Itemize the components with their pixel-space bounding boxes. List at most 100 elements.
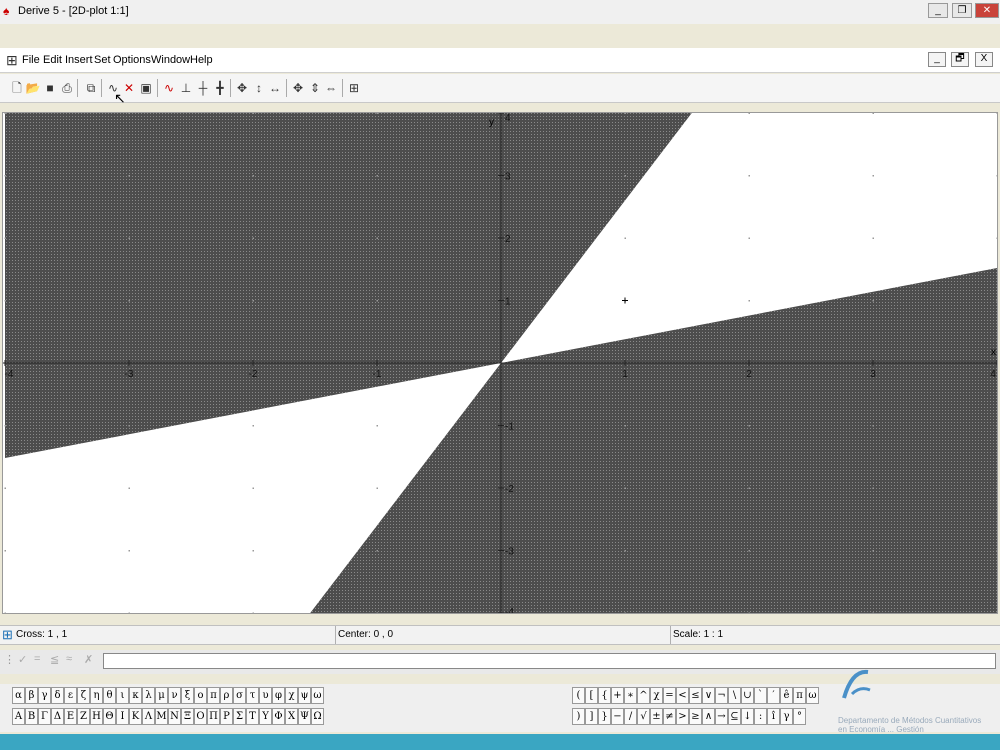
maximize-button[interactable]: ❐ bbox=[952, 3, 972, 18]
greek-symbol-button[interactable]: Κ bbox=[129, 708, 142, 725]
greek-symbol-button[interactable]: α bbox=[12, 687, 25, 704]
save-icon[interactable]: ■ bbox=[41, 79, 59, 97]
greek-symbol-button[interactable]: Χ bbox=[285, 708, 298, 725]
menu-options[interactable]: Options bbox=[113, 54, 151, 66]
greek-symbol-button[interactable]: ρ bbox=[220, 687, 233, 704]
greek-symbol-button[interactable]: Τ bbox=[246, 708, 259, 725]
greek-symbol-button[interactable]: ψ bbox=[298, 687, 311, 704]
plot-canvas[interactable]: -4 -3 -2 -1 1 2 3 4 4 3 2 1 -1 -2 -3 -4 x y bbox=[3, 113, 998, 614]
cross-icon[interactable]: ┼ bbox=[194, 79, 212, 97]
math-symbol-button[interactable]: ∧ bbox=[702, 708, 715, 725]
greek-symbol-button[interactable]: Θ bbox=[103, 708, 116, 725]
greek-symbol-button[interactable]: υ bbox=[259, 687, 272, 704]
math-symbol-button[interactable]: ) bbox=[572, 708, 585, 725]
math-symbol-button[interactable]: ° bbox=[793, 708, 806, 725]
math-symbol-button[interactable]: ω bbox=[806, 687, 819, 704]
menu-edit[interactable]: Edit bbox=[43, 54, 62, 66]
greek-symbol-button[interactable]: Μ bbox=[155, 708, 168, 725]
math-symbol-button[interactable]: ^ bbox=[637, 687, 650, 704]
math-symbol-button[interactable]: [ bbox=[585, 687, 598, 704]
plot-window[interactable]: -4 -3 -2 -1 1 2 3 4 4 3 2 1 -1 -2 -3 -4 x y bbox=[2, 112, 998, 614]
zoom-horizontal-icon[interactable]: ↔ bbox=[266, 79, 284, 97]
greek-symbol-button[interactable]: λ bbox=[142, 687, 155, 704]
greek-symbol-button[interactable]: β bbox=[25, 687, 38, 704]
doc-close-button[interactable]: X bbox=[975, 52, 993, 67]
greek-symbol-button[interactable]: η bbox=[90, 687, 103, 704]
greek-symbol-button[interactable]: Δ bbox=[51, 708, 64, 725]
pan-icon[interactable]: ✥ bbox=[233, 79, 251, 97]
greek-symbol-button[interactable]: Π bbox=[207, 708, 220, 725]
minimize-button[interactable]: _ bbox=[928, 3, 948, 18]
menu-set[interactable]: Set bbox=[94, 54, 111, 66]
zoom-in-icon[interactable]: ✥ bbox=[289, 79, 307, 97]
math-symbol-button[interactable]: ∪ bbox=[741, 687, 754, 704]
greek-symbol-button[interactable]: Β bbox=[25, 708, 38, 725]
math-symbol-button[interactable]: / bbox=[624, 708, 637, 725]
greek-symbol-button[interactable]: δ bbox=[51, 687, 64, 704]
greek-symbol-button[interactable]: Α bbox=[12, 708, 25, 725]
greek-symbol-button[interactable]: κ bbox=[129, 687, 142, 704]
math-symbol-button[interactable]: = bbox=[663, 687, 676, 704]
math-symbol-button[interactable]: ≤ bbox=[689, 687, 702, 704]
math-symbol-button[interactable]: ± bbox=[650, 708, 663, 725]
doc-minimize-button[interactable]: _ bbox=[928, 52, 946, 67]
greek-symbol-button[interactable]: μ bbox=[155, 687, 168, 704]
greek-symbol-button[interactable]: Ν bbox=[168, 708, 181, 725]
copy-icon[interactable]: ⧉ bbox=[82, 79, 100, 97]
greek-symbol-button[interactable]: ι bbox=[116, 687, 129, 704]
math-symbol-button[interactable]: ∗ bbox=[624, 687, 637, 704]
greek-symbol-button[interactable]: Ζ bbox=[77, 708, 90, 725]
greek-symbol-button[interactable]: ε bbox=[64, 687, 77, 704]
doc-restore-button[interactable]: 🗗 bbox=[951, 52, 969, 67]
derive-app-icon[interactable]: ♠ bbox=[3, 4, 9, 18]
greek-symbol-button[interactable]: Λ bbox=[142, 708, 155, 725]
greek-symbol-button[interactable]: Η bbox=[90, 708, 103, 725]
greek-symbol-button[interactable]: Φ bbox=[272, 708, 285, 725]
open-icon[interactable]: 📂 bbox=[24, 79, 42, 97]
enter-check-icon[interactable]: ✓ bbox=[18, 653, 27, 666]
greek-symbol-button[interactable]: γ bbox=[38, 687, 51, 704]
clipboard-icon[interactable]: ▣ bbox=[137, 79, 155, 97]
math-symbol-button[interactable]: χ bbox=[650, 687, 663, 704]
math-symbol-button[interactable]: : bbox=[754, 708, 767, 725]
math-symbol-button[interactable]: î bbox=[767, 708, 780, 725]
greek-symbol-button[interactable]: Ρ bbox=[220, 708, 233, 725]
math-symbol-button[interactable]: + bbox=[611, 687, 624, 704]
menu-help[interactable]: Help bbox=[190, 54, 213, 66]
greek-symbol-button[interactable]: Ε bbox=[64, 708, 77, 725]
math-symbol-button[interactable]: ` bbox=[754, 687, 767, 704]
math-symbol-button[interactable]: γ bbox=[780, 708, 793, 725]
greek-symbol-button[interactable]: ο bbox=[194, 687, 207, 704]
greek-symbol-button[interactable]: π bbox=[207, 687, 220, 704]
math-symbol-button[interactable]: ∨ bbox=[702, 687, 715, 704]
math-symbol-button[interactable]: ¬ bbox=[715, 687, 728, 704]
greek-symbol-button[interactable]: Γ bbox=[38, 708, 51, 725]
curve-icon[interactable]: ∿ bbox=[160, 79, 178, 97]
greek-symbol-button[interactable]: Ω bbox=[311, 708, 324, 725]
math-symbol-button[interactable]: ê bbox=[780, 687, 793, 704]
math-symbol-button[interactable]: → bbox=[715, 708, 728, 725]
math-symbol-button[interactable]: ≥ bbox=[689, 708, 702, 725]
greek-symbol-button[interactable]: ω bbox=[311, 687, 324, 704]
greek-symbol-button[interactable]: ξ bbox=[181, 687, 194, 704]
print-icon[interactable]: ⎙ bbox=[58, 79, 76, 97]
math-symbol-button[interactable]: > bbox=[676, 708, 689, 725]
math-symbol-button[interactable]: { bbox=[598, 687, 611, 704]
math-symbol-button[interactable]: ′ bbox=[767, 687, 780, 704]
zoom-in-horizontal-icon[interactable]: ⇔ bbox=[322, 79, 340, 97]
menu-window[interactable]: Window bbox=[151, 54, 190, 66]
center-icon[interactable]: ╋ bbox=[211, 79, 229, 97]
math-symbol-button[interactable]: } bbox=[598, 708, 611, 725]
math-symbol-button[interactable]: √ bbox=[637, 708, 650, 725]
math-symbol-button[interactable]: ] bbox=[585, 708, 598, 725]
math-symbol-button[interactable]: ≠ bbox=[663, 708, 676, 725]
math-symbol-button[interactable]: π bbox=[793, 687, 806, 704]
greek-symbol-button[interactable]: Ο bbox=[194, 708, 207, 725]
greek-symbol-button[interactable]: χ bbox=[285, 687, 298, 704]
greek-symbol-button[interactable]: τ bbox=[246, 687, 259, 704]
math-symbol-button[interactable]: \ bbox=[728, 687, 741, 704]
greek-symbol-button[interactable]: φ bbox=[272, 687, 285, 704]
math-symbol-button[interactable]: ⊆ bbox=[728, 708, 741, 725]
grid-icon[interactable]: ⊞ bbox=[345, 79, 363, 97]
greek-symbol-button[interactable]: Ι bbox=[116, 708, 129, 725]
